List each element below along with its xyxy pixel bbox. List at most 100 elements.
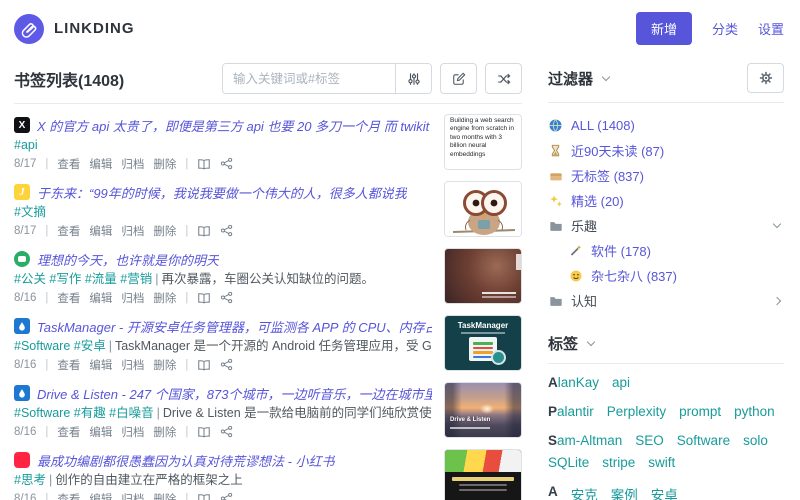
filter-item-unread-90d[interactable]: 近90天未读 (87) [548, 138, 784, 163]
add-bookmark-button[interactable]: 新增 [635, 12, 692, 45]
filter-label: 乐趣 [571, 219, 598, 234]
mark-read-book-icon[interactable] [197, 358, 211, 372]
bookmark-title-link[interactable]: TaskManager - 开源安卓任务管理器，可监测各 APP 的 CPU、内… [37, 317, 432, 336]
share-icon[interactable] [220, 291, 233, 304]
filter-settings-button[interactable] [747, 63, 784, 93]
delete-action[interactable]: 删除 [153, 357, 176, 373]
share-icon[interactable] [220, 224, 233, 237]
tag-link[interactable]: SQLite [548, 455, 589, 470]
mark-read-book-icon[interactable] [197, 425, 211, 439]
archive-action[interactable]: 归档 [121, 290, 144, 306]
search-options-button[interactable] [395, 64, 431, 93]
bookmark-tags[interactable]: #Software #有趣 #白噪音 [14, 406, 154, 420]
view-action[interactable]: 查看 [57, 156, 80, 172]
mark-read-book-icon[interactable] [197, 291, 211, 305]
tag-link[interactable]: Perplexity [607, 404, 666, 419]
bookmark-title-link[interactable]: 于东来：“99年的时候，我说我要做一个伟大的人，很多人都说我 [37, 183, 407, 202]
sidebar: 过滤器 ALL (1408) 近90天未读 (87) 无标签 (837) 精选 … [548, 57, 784, 500]
delete-action[interactable]: 删除 [153, 156, 176, 172]
delete-action[interactable]: 删除 [153, 290, 176, 306]
bookmark-title-link[interactable]: X 的官方 api 太贵了，即便是第三方 api 也要 20 多刀一个月 而 t… [37, 116, 432, 135]
share-icon[interactable] [220, 492, 233, 500]
mark-read-book-icon[interactable] [197, 157, 211, 171]
archive-action[interactable]: 归档 [121, 156, 144, 172]
tag-link[interactable]: solo [743, 433, 768, 448]
tag-link[interactable]: python [734, 404, 775, 419]
settings-link[interactable]: 设置 [758, 19, 784, 38]
bookmark-title-link[interactable]: 理想的今天，也许就是你的明天 [37, 250, 219, 269]
share-icon[interactable] [220, 425, 233, 438]
archive-action[interactable]: 归档 [121, 223, 144, 239]
chevron-down-icon[interactable] [586, 337, 596, 347]
tag-link[interactable]: swift [648, 455, 675, 470]
bookmark-thumbnail[interactable] [444, 248, 522, 304]
share-icon[interactable] [220, 358, 233, 371]
tag-link[interactable]: prompt [679, 404, 721, 419]
archive-action[interactable]: 归档 [121, 424, 144, 440]
view-action[interactable]: 查看 [57, 491, 80, 500]
bookmark-title-link[interactable]: Drive & Listen - 247 个国家，873个城市，一边听音乐，一边… [37, 384, 432, 403]
share-icon[interactable] [220, 157, 233, 170]
filter-folder-fun[interactable]: 乐趣 [548, 213, 784, 238]
edit-action[interactable]: 编辑 [89, 290, 112, 306]
tag-link[interactable]: 案例 [611, 484, 638, 500]
tag-group-letter: A [548, 484, 558, 499]
tag-link[interactable]: Palantir [548, 404, 594, 419]
bookmark-item: TaskManager - 开源安卓任务管理器，可监测各 APP 的 CPU、内… [14, 315, 522, 373]
bulk-edit-button[interactable] [440, 63, 477, 94]
tag-link[interactable]: stripe [602, 455, 635, 470]
view-action[interactable]: 查看 [57, 424, 80, 440]
tag-link[interactable]: Software [677, 433, 730, 448]
separator: | [45, 358, 49, 371]
view-action[interactable]: 查看 [57, 223, 80, 239]
bookmark-title-link[interactable]: 最成功编剧都很愚蠢因为认真对待荒谬想法 - 小红书 [37, 451, 335, 470]
bookmark-thumbnail[interactable]: TaskManager [444, 315, 522, 371]
edit-action[interactable]: 编辑 [89, 491, 112, 500]
filter-item-software[interactable]: 软件 (178) [548, 238, 784, 263]
random-sort-button[interactable] [485, 63, 522, 94]
bookmark-thumbnail[interactable] [444, 449, 522, 500]
archive-action[interactable]: 归档 [121, 357, 144, 373]
chevron-down-icon[interactable] [601, 72, 611, 81]
filter-item-untagged[interactable]: 无标签 (837) [548, 163, 784, 188]
edit-action[interactable]: 编辑 [89, 223, 112, 239]
mark-read-book-icon[interactable] [197, 224, 211, 238]
filter-item-featured[interactable]: 精选 (20) [548, 188, 784, 213]
delete-action[interactable]: 删除 [153, 491, 176, 500]
delete-action[interactable]: 删除 [153, 223, 176, 239]
view-action[interactable]: 查看 [57, 357, 80, 373]
bookmark-tags[interactable]: #Software #安卓 [14, 339, 106, 353]
tag-link[interactable]: 安卓 [651, 484, 678, 500]
bookmark-thumbnail[interactable] [444, 181, 522, 237]
separator: | [45, 224, 49, 237]
filter-item-all[interactable]: ALL (1408) [548, 113, 784, 138]
sliders-icon [407, 72, 420, 85]
categories-link[interactable]: 分类 [712, 19, 738, 38]
brand[interactable]: LINKDING [14, 13, 135, 44]
filter-folder-cognition[interactable]: 认知 [548, 288, 784, 313]
bookmark-tags[interactable]: #公关 #写作 #流量 #营销 [14, 272, 152, 286]
edit-action[interactable]: 编辑 [89, 156, 112, 172]
separator: | [185, 224, 189, 237]
gear-icon [759, 71, 772, 85]
bookmark-tags[interactable]: #api [14, 138, 38, 152]
view-action[interactable]: 查看 [57, 290, 80, 306]
tag-link[interactable]: Sam-Altman [548, 433, 622, 448]
tag-link[interactable]: SEO [635, 433, 664, 448]
filter-item-misc[interactable]: 杂七杂八 (837) [548, 263, 784, 288]
delete-action[interactable]: 删除 [153, 424, 176, 440]
edit-action[interactable]: 编辑 [89, 424, 112, 440]
chevron-right-icon[interactable] [772, 296, 782, 305]
bookmark-thumbnail[interactable]: Building a web search engine from scratc… [444, 114, 522, 170]
edit-action[interactable]: 编辑 [89, 357, 112, 373]
archive-action[interactable]: 归档 [121, 491, 144, 500]
bookmark-tags[interactable]: #文摘 [14, 205, 46, 219]
tag-link[interactable]: 安克 [571, 484, 598, 500]
mark-read-book-icon[interactable] [197, 492, 211, 500]
bookmark-thumbnail[interactable]: Drive & Listen [444, 382, 522, 438]
tag-link[interactable]: AlanKay [548, 375, 599, 390]
bookmark-tags[interactable]: #思考 [14, 473, 46, 487]
search-input[interactable] [223, 64, 395, 93]
tag-link[interactable]: api [612, 375, 630, 390]
chevron-down-icon[interactable] [772, 219, 782, 229]
